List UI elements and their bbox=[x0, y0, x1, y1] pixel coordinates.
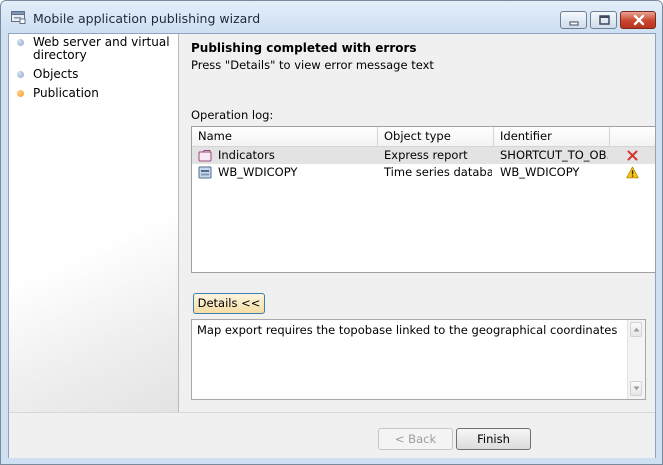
grid-header: Name Object type Identifier bbox=[192, 127, 655, 147]
step-label: Objects bbox=[33, 67, 79, 81]
error-message-box[interactable]: Map export requires the topobase linked … bbox=[191, 319, 646, 400]
details-button[interactable]: Details << bbox=[193, 293, 265, 314]
main-panel: Publishing completed with errors Press "… bbox=[179, 34, 656, 412]
warning-icon bbox=[626, 166, 639, 179]
title-bar[interactable]: Mobile application publishing wizard bbox=[1, 1, 662, 33]
maximize-button[interactable] bbox=[590, 11, 617, 29]
scroll-up-button[interactable] bbox=[630, 322, 642, 337]
app-icon bbox=[11, 11, 26, 24]
step-done-dot-icon bbox=[17, 39, 24, 46]
row-object-type: Time series database bbox=[384, 165, 492, 179]
error-x-icon bbox=[627, 150, 638, 161]
step-label: Publication bbox=[33, 86, 99, 100]
window-title: Mobile application publishing wizard bbox=[33, 11, 261, 26]
operation-log-grid[interactable]: Name Object type Identifier Indicators E… bbox=[191, 126, 656, 273]
express-report-icon bbox=[198, 150, 212, 162]
close-button[interactable] bbox=[620, 11, 656, 29]
step-done-dot-icon bbox=[17, 71, 24, 78]
finish-button[interactable]: Finish bbox=[456, 428, 531, 450]
scroll-up-icon bbox=[633, 327, 640, 332]
error-message-text: Map export requires the topobase linked … bbox=[197, 323, 618, 337]
maximize-icon bbox=[599, 15, 610, 25]
minimize-icon bbox=[569, 21, 579, 26]
wizard-window: Mobile application publishing wizard Web… bbox=[0, 0, 663, 465]
column-header-status bbox=[610, 127, 655, 146]
table-row[interactable]: Indicators Express report SHORTCUT_TO_OB… bbox=[192, 147, 655, 164]
step-label: Web server and virtual directory bbox=[33, 35, 170, 62]
steps-sidebar: Web server and virtual directory Objects… bbox=[9, 34, 179, 412]
wizard-footer: < Back Finish bbox=[9, 412, 655, 458]
scroll-down-button[interactable] bbox=[630, 381, 642, 396]
back-button[interactable]: < Back bbox=[378, 428, 453, 450]
row-identifier: SHORTCUT_TO_OB... bbox=[500, 148, 608, 162]
step-active-dot-icon bbox=[17, 90, 24, 97]
vertical-scrollbar[interactable] bbox=[627, 320, 645, 399]
column-header-name[interactable]: Name bbox=[192, 127, 378, 146]
row-name: WB_WDICOPY bbox=[218, 165, 298, 179]
table-row[interactable]: WB_WDICOPY Time series database WB_WDICO… bbox=[192, 164, 655, 181]
operation-log-label: Operation log: bbox=[191, 108, 274, 122]
row-identifier: WB_WDICOPY bbox=[500, 165, 580, 179]
wizard-client-area: Web server and virtual directory Objects… bbox=[8, 33, 656, 458]
row-object-type: Express report bbox=[384, 148, 468, 162]
close-icon bbox=[633, 14, 645, 26]
column-header-identifier[interactable]: Identifier bbox=[494, 127, 610, 146]
page-title: Publishing completed with errors bbox=[191, 41, 417, 55]
row-name: Indicators bbox=[218, 148, 275, 162]
scroll-down-icon bbox=[633, 386, 640, 391]
page-subtitle: Press "Details" to view error message te… bbox=[191, 58, 434, 72]
column-header-object-type[interactable]: Object type bbox=[378, 127, 494, 146]
minimize-button[interactable] bbox=[560, 11, 587, 29]
database-icon bbox=[198, 166, 212, 179]
